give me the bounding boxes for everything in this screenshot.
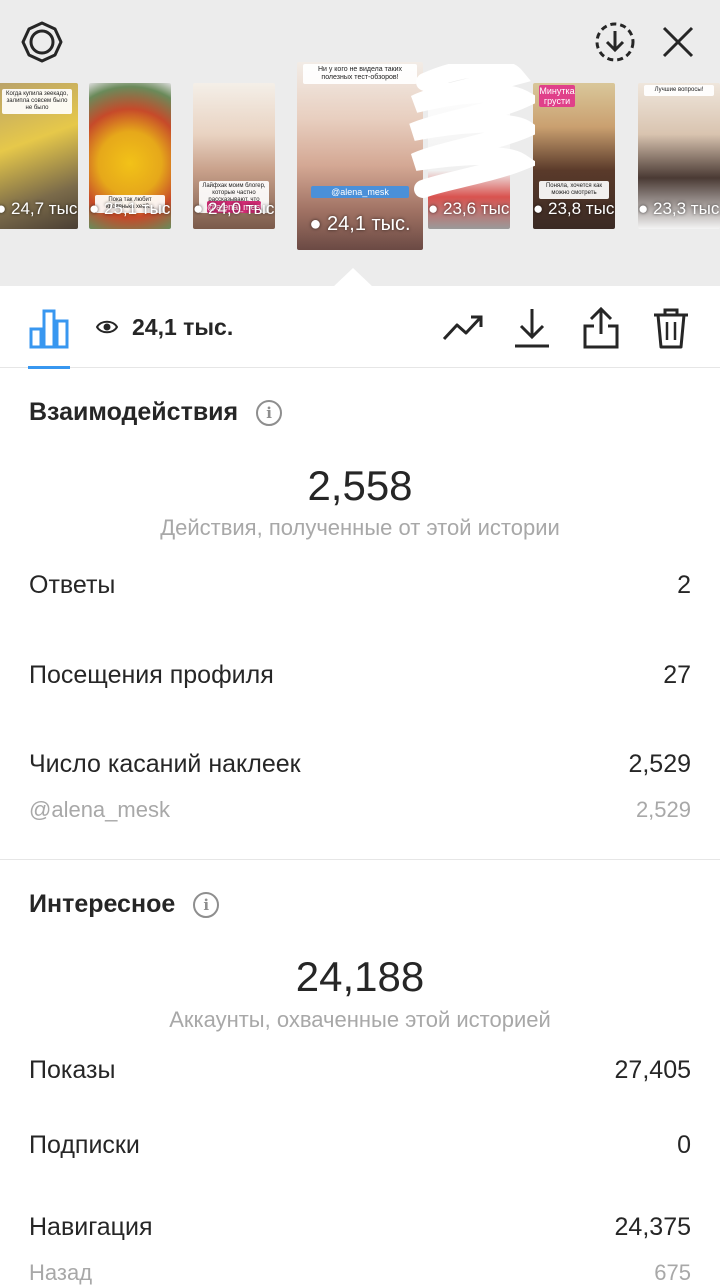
selected-story-pointer [333,268,373,287]
story-caption: Поняла, хочется как можно смотреть [539,181,609,199]
metric-subrow-back: Назад 675 [29,1260,691,1286]
story-views: ● 23,6 тыс. [428,199,510,218]
story-views: ● 24,1 тыс. [309,213,411,235]
metric-label: Показы [29,1056,116,1084]
discovery-section-title: Интересное i [29,890,220,919]
story-views: ● 24,0 тыс. [193,199,275,218]
story-caption: Лучшие вопросы! [644,85,714,96]
active-tab-indicator [28,366,70,369]
metric-row-profile-visits: Посещения профиля 27 [29,661,691,690]
discovery-total: 24,188 [295,953,425,1000]
metric-value: 27 [663,661,691,689]
settings-circle-icon[interactable] [20,20,64,64]
section-divider [0,859,720,860]
eye-icon [96,320,118,334]
metric-label: Навигация [29,1213,153,1241]
interactions-caption: Действия, полученные от этой истории [160,515,560,540]
views-value: 24,1 тыс. [132,313,234,340]
metric-label: Посещения профиля [29,661,274,689]
story-thumbnail[interactable]: Минутка грусти Поняла, хочется как можно… [533,83,615,229]
story-thumbnail[interactable]: Когда купила зеекадо, залипла совсем был… [0,83,78,229]
metric-value: 675 [654,1260,691,1285]
metric-label: Число касаний наклеек [29,750,301,778]
redaction-scribble [409,64,535,198]
story-thumbnail[interactable]: Лайфхак моим блогер, которые частно расс… [193,83,275,229]
section-title-text: Взаимодействия [29,398,239,426]
story-thumbnail[interactable]: Пока так любит кровенька хеей... ● 25,1 … [89,83,171,229]
metric-value: 2 [677,571,691,599]
share-icon[interactable] [579,306,623,350]
interactions-section-title: Взаимодействия i [29,398,283,427]
info-icon[interactable]: i [256,399,283,426]
metric-value: 27,405 [614,1056,691,1084]
metric-label: @alena_mesk [29,797,170,822]
metric-row-replies: Ответы 2 [29,571,691,600]
metric-label: Подписки [29,1131,140,1159]
metric-label: Ответы [29,571,116,599]
trash-icon[interactable] [649,306,693,350]
metric-label: Назад [29,1260,93,1285]
story-thumbnail[interactable]: Лучшие вопросы! ● 23,3 тыс. [638,83,720,229]
insights-panel: 24,1 тыс. Взаимодействия i 2,558 Действи… [0,286,720,1285]
metric-row-impressions: Показы 27,405 [29,1056,691,1085]
metric-value: 0 [677,1131,691,1159]
story-badge: Минутка грусти [539,85,575,107]
info-icon[interactable]: i [193,891,220,918]
stories-header: Когда купила зеекадо, залипла совсем был… [0,0,720,287]
metric-row-follows: Подписки 0 [29,1131,691,1160]
story-views: ● 23,3 тыс. [638,199,720,218]
metric-row-navigation: Навигация 24,375 [29,1213,691,1242]
story-caption: Когда купила зеекадо, залипла совсем был… [2,89,72,114]
section-title-text: Интересное [29,890,176,918]
metric-subrow-mention: @alena_mesk 2,529 [29,797,691,823]
metric-value: 2,529 [628,750,691,778]
metric-value: 24,375 [614,1213,691,1241]
story-views: ● 25,1 тыс. [89,199,171,218]
close-icon[interactable] [656,20,700,64]
bar-chart-icon[interactable] [27,306,71,350]
story-views: ● 23,8 тыс. [533,199,615,218]
download-circle-icon[interactable] [593,20,637,64]
views-count: 24,1 тыс. [96,312,233,342]
stories-strip[interactable]: Когда купила зеекадо, залипла совсем был… [0,62,720,252]
interactions-total: 2,558 [307,462,413,509]
metric-row-sticker-taps: Число касаний наклеек 2,529 [29,750,691,779]
metric-value: 2,529 [635,797,691,822]
discovery-caption: Аккаунты, охваченные этой историей [169,1007,551,1032]
story-views: ● 24,7 тыс. [0,199,78,218]
trend-icon[interactable] [441,306,485,350]
download-icon[interactable] [510,306,554,350]
insights-toolbar: 24,1 тыс. [0,286,720,369]
